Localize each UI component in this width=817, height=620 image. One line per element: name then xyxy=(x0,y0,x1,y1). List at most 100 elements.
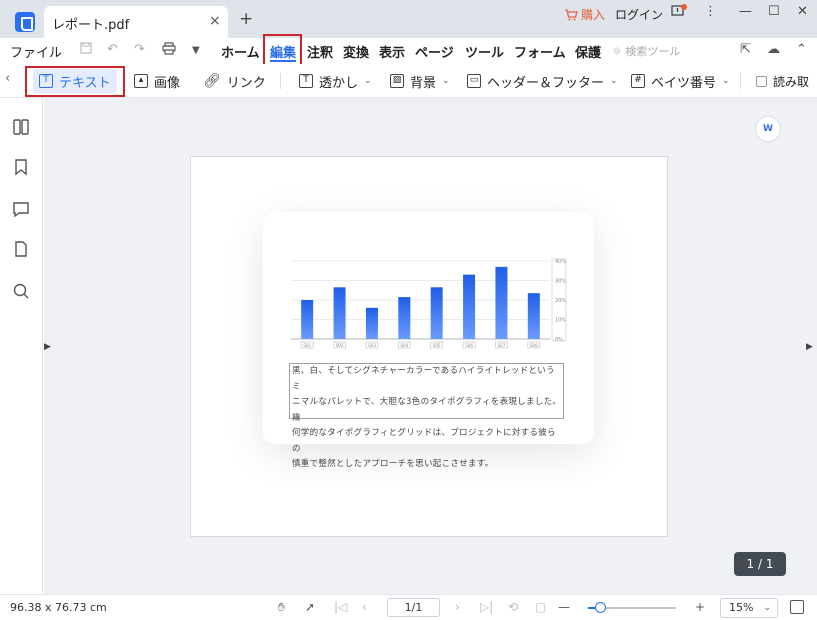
tab-page[interactable]: ページ xyxy=(415,42,454,61)
last-page-icon[interactable]: ▷| xyxy=(480,600,493,614)
notification-badge xyxy=(681,4,687,10)
background-icon: ▨ xyxy=(390,74,404,88)
document-tab[interactable]: レポート.pdf × xyxy=(44,6,228,38)
y-tick-label: 0% xyxy=(555,337,563,343)
x-tick-label: S01 xyxy=(303,343,311,348)
tab-protect[interactable]: 保護 xyxy=(575,42,601,61)
fit-page-icon[interactable]: ▢ xyxy=(535,600,546,614)
page-dimensions: 96.38 x 76.73 cm xyxy=(10,601,107,614)
x-tick-label: S02 xyxy=(336,343,344,348)
chart-bar[interactable] xyxy=(430,287,443,339)
bar-chart[interactable]: 0% 10% 20% 30% 40% S01 S02 S03 S04 S05 S06 S07 S08 xyxy=(288,255,573,353)
rotate-page-icon[interactable]: ⟲ xyxy=(508,600,518,614)
link-tool-button[interactable]: 🔗︎ リンク xyxy=(197,69,272,93)
file-menu[interactable]: ファイル xyxy=(10,42,62,61)
close-window-icon[interactable]: ✕ xyxy=(797,4,808,19)
chart-bar[interactable] xyxy=(301,300,314,339)
share-icon[interactable]: ⇱ xyxy=(740,42,751,57)
tab-view[interactable]: 表示 xyxy=(379,42,405,61)
cart-icon xyxy=(565,8,578,20)
attachment-icon[interactable] xyxy=(12,240,30,258)
app-logo-icon xyxy=(15,12,35,32)
print-icon[interactable] xyxy=(162,42,176,59)
menu-bar: ファイル ↶ ↷ ▼ ホーム 編集 注釈 変換 表示 ページ ツール フォーム … xyxy=(0,38,817,64)
chevron-down-icon: ⌄ xyxy=(364,76,372,86)
chart-bar[interactable] xyxy=(365,307,378,339)
thumbnails-icon[interactable] xyxy=(12,118,30,136)
image-tool-label: 画像 xyxy=(154,75,181,91)
link-icon: 🔗︎ xyxy=(203,73,221,89)
search-tools[interactable]: ☼ 検索ツール xyxy=(612,43,680,59)
bookmark-icon[interactable] xyxy=(12,158,30,176)
fullscreen-icon[interactable] xyxy=(790,600,804,614)
new-tab-icon[interactable]: + xyxy=(239,9,253,29)
bates-number-tool-button[interactable]: # ベイツ番号 ⌄ xyxy=(625,69,736,93)
y-tick-label: 10% xyxy=(555,318,566,324)
paragraph-line: ニマルなパレットで、大胆な3色のタイポグラフィを表現しました。幾 xyxy=(292,397,562,423)
chevron-down-icon: ⌄ xyxy=(610,76,618,86)
undo-icon[interactable]: ↶ xyxy=(107,42,118,57)
zoom-level-value: 15% xyxy=(729,601,754,614)
title-bar: レポート.pdf × + 購入 ログイン ⋮ — ☐ ✕ xyxy=(0,0,817,38)
x-tick-label: S08 xyxy=(530,343,538,348)
cloud-upload-icon[interactable]: ☁ xyxy=(767,42,780,57)
paragraph-line: 黒、白、そしてシグネチャーカラーであるハイライトレッドというミ xyxy=(292,366,555,392)
quick-access-dropdown-icon[interactable]: ▼ xyxy=(192,45,200,56)
tab-convert[interactable]: 変換 xyxy=(343,42,369,61)
watermark-icon: T xyxy=(299,74,313,88)
chevron-down-icon: ⌄ xyxy=(763,603,771,613)
zoom-slider-handle[interactable] xyxy=(595,602,606,613)
toolbar-divider xyxy=(740,73,741,89)
minimize-icon[interactable]: — xyxy=(739,4,752,19)
right-panel-expand-icon[interactable]: ▶ xyxy=(806,342,813,352)
watermark-tool-button[interactable]: T 透かし ⌄ xyxy=(293,69,378,93)
chart-bar[interactable] xyxy=(463,274,476,339)
hand-tool-icon[interactable]: ✋︎ xyxy=(278,600,285,615)
tab-home[interactable]: ホーム xyxy=(221,42,260,61)
read-mode-label: 読み取 xyxy=(773,74,810,89)
y-tick-label: 40% xyxy=(555,259,566,265)
first-page-icon[interactable]: |◁ xyxy=(334,600,347,614)
tab-form[interactable]: フォーム xyxy=(514,42,566,61)
select-tool-icon[interactable]: ➚ xyxy=(305,600,315,614)
link-tool-label: リンク xyxy=(226,75,266,91)
header-footer-tool-button[interactable]: ▭ ヘッダー＆フッター ⌄ xyxy=(461,69,624,93)
chevron-down-icon: ⌄ xyxy=(442,76,450,86)
text-paragraph-box[interactable]: 黒、白、そしてシグネチャーカラーであるハイライトレッドというミ ニマルなパレット… xyxy=(289,363,564,469)
chart-bar[interactable] xyxy=(333,287,346,339)
buy-button[interactable]: 購入 xyxy=(564,6,605,23)
close-tab-icon[interactable]: × xyxy=(209,13,221,29)
zoom-out-icon[interactable]: — xyxy=(558,600,570,614)
header-footer-icon: ▭ xyxy=(467,74,481,88)
zoom-in-icon[interactable]: + xyxy=(695,600,705,614)
previous-page-icon[interactable]: ‹ xyxy=(362,600,367,614)
read-mode-toggle[interactable]: 読み取 xyxy=(750,69,815,93)
collapse-ribbon-icon[interactable]: ⌃ xyxy=(796,42,807,57)
chart-bar[interactable] xyxy=(398,297,411,339)
convert-to-word-button[interactable]: W xyxy=(755,116,781,142)
chart-bar[interactable] xyxy=(527,293,540,339)
watermark-tool-label: 透かし xyxy=(319,75,359,91)
chart-bar[interactable] xyxy=(495,266,508,339)
background-tool-button[interactable]: ▨ 背景 ⌄ xyxy=(384,69,456,93)
image-tool-button[interactable]: ▴ 画像 xyxy=(128,69,186,93)
save-icon[interactable] xyxy=(80,42,92,58)
search-icon[interactable] xyxy=(12,282,30,300)
login-button[interactable]: ログイン xyxy=(615,6,663,23)
zoom-level-select[interactable]: 15% ⌄ xyxy=(720,598,778,618)
maximize-icon[interactable]: ☐ xyxy=(768,4,780,19)
page-number-input[interactable]: 1/1 xyxy=(387,598,440,617)
redo-icon[interactable]: ↷ xyxy=(134,42,145,57)
paragraph-line: 何学的なタイポグラフィとグリッドは、プロジェクトに対する彼らの xyxy=(292,428,556,454)
tab-annotate[interactable]: 注釈 xyxy=(307,42,333,61)
highlight-box-text-tool xyxy=(25,66,125,97)
background-tool-label: 背景 xyxy=(410,75,437,91)
read-mode-checkbox[interactable] xyxy=(756,75,767,87)
toolbar-scroll-left-icon[interactable]: ‹ xyxy=(5,71,10,86)
more-menu-icon[interactable]: ⋮ xyxy=(704,4,717,19)
x-tick-label: S05 xyxy=(433,343,441,348)
left-panel-expand-icon[interactable]: ▶ xyxy=(44,342,51,352)
tab-tools[interactable]: ツール xyxy=(465,42,504,61)
next-page-icon[interactable]: › xyxy=(455,600,460,614)
comment-icon[interactable] xyxy=(12,200,30,218)
